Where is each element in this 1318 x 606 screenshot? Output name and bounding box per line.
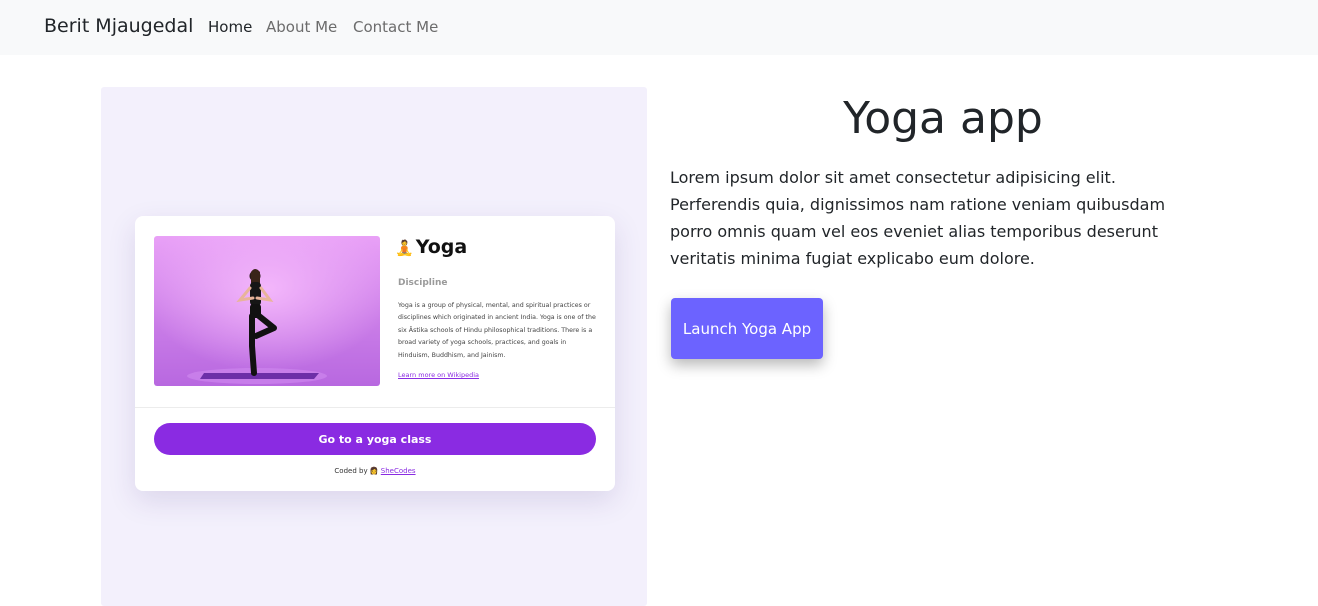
navbar: Berit Mjaugedal Home About Me Contact Me <box>0 0 1318 55</box>
card-subtitle: Discipline <box>398 278 448 288</box>
yoga-emoji-icon: 🧘 <box>395 239 414 257</box>
card-title-text: Yoga <box>415 236 468 258</box>
coded-by-label: Coded by <box>334 467 368 475</box>
shecodes-link[interactable]: SheCodes <box>381 467 416 475</box>
card-divider <box>135 407 615 408</box>
project-preview-screenshot: 🧘 Yoga Discipline Yoga is a group of phys… <box>101 87 647 606</box>
project-description: Lorem ipsum dolor sit amet consectetur a… <box>670 168 1166 268</box>
navbar-brand[interactable]: Berit Mjaugedal <box>44 15 193 37</box>
launch-yoga-app-button[interactable]: Launch Yoga App <box>671 298 823 359</box>
wikipedia-link[interactable]: Learn more on Wikipedia <box>398 371 479 379</box>
nav-link-contact-me[interactable]: Contact Me <box>353 18 438 36</box>
go-to-yoga-class-button[interactable]: Go to a yoga class <box>154 423 596 455</box>
woman-emoji-icon: 👩 <box>369 467 379 475</box>
yoga-card: 🧘 Yoga Discipline Yoga is a group of phys… <box>135 216 615 491</box>
card-description: Yoga is a group of physical, mental, and… <box>398 302 596 359</box>
card-footer: Coded by 👩 SheCodes <box>135 467 615 475</box>
nav-link-home[interactable]: Home <box>208 18 252 36</box>
card-title: 🧘 Yoga <box>395 236 467 258</box>
yoga-pose-image <box>154 236 380 386</box>
nav-link-about-me[interactable]: About Me <box>266 18 337 36</box>
woman-tree-pose-figure <box>154 236 380 386</box>
project-title: Yoga app <box>843 93 1043 144</box>
